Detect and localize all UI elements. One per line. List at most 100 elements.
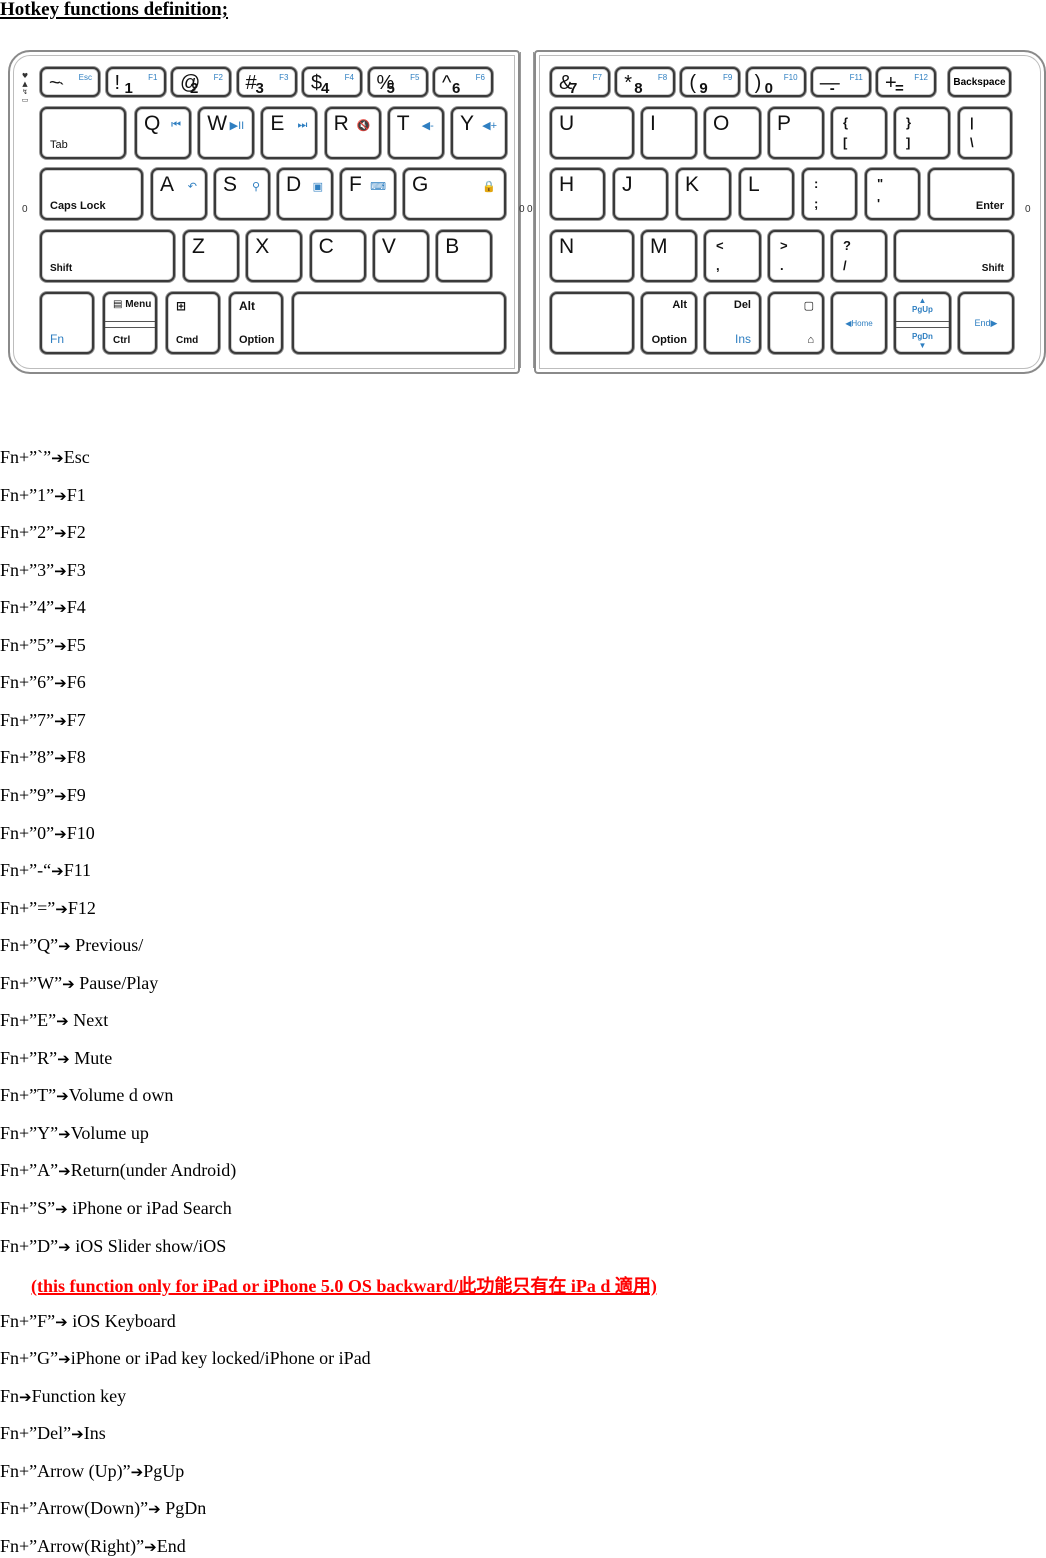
key-f[interactable]: F ⌨ xyxy=(340,168,396,220)
key-alt-option-right[interactable]: Alt Option xyxy=(641,292,697,354)
key-shift-left[interactable]: Shift xyxy=(40,230,175,282)
media-icon: ◀+ xyxy=(482,120,497,132)
key-divider xyxy=(105,321,155,328)
key-8[interactable]: * 8 F8 xyxy=(615,67,676,97)
key-letter: S xyxy=(223,173,238,196)
key-alt-option-left[interactable]: Alt Option xyxy=(229,292,283,354)
arrow-icon: ➔ xyxy=(148,1500,161,1519)
key-left-arrow[interactable]: ◀Home xyxy=(831,292,887,354)
key-shift-right[interactable]: Shift xyxy=(894,230,1014,282)
key-sym[interactable]: {[ xyxy=(831,107,887,159)
hotkey-combo: Fn+”Arrow(Down)” xyxy=(0,1498,149,1519)
key-5[interactable]: % 5 F5 xyxy=(367,67,428,97)
key-right-arrow[interactable]: End▶ xyxy=(958,292,1014,354)
key-letter: O xyxy=(713,112,730,135)
key-m[interactable]: M xyxy=(641,230,697,282)
key-d[interactable]: D ▣ xyxy=(277,168,333,220)
key-p[interactable]: P xyxy=(768,107,824,159)
hotkey-result: Return(under Android) xyxy=(70,1160,237,1181)
key-y[interactable]: Y ◀+ xyxy=(451,107,507,159)
key-o[interactable]: O xyxy=(704,107,761,159)
key-u[interactable]: U xyxy=(550,107,634,159)
hotkey-result: F3 xyxy=(66,559,86,580)
hotkey-line: Fn+”W”➔ Pause/Play xyxy=(0,972,158,995)
hotkey-line: Fn+”1”➔F1 xyxy=(0,484,86,507)
key-sym[interactable]: | \ xyxy=(958,107,1012,159)
key-c[interactable]: C xyxy=(309,230,366,282)
key-cmd[interactable]: ⊞ Cmd xyxy=(166,292,220,354)
key-7[interactable]: & 7 F7 xyxy=(550,67,610,97)
key-home-button[interactable]: ▢ ⌂ xyxy=(768,292,824,354)
key-r[interactable]: R 🔇 xyxy=(324,107,381,159)
key-shift-symbol: * xyxy=(624,72,632,94)
key-0[interactable]: ) 0 F10 xyxy=(745,67,806,97)
key-sym[interactable]: :; xyxy=(802,168,857,220)
key-caps-lock[interactable]: Caps Lock xyxy=(40,168,143,220)
key-letter: K xyxy=(685,173,700,196)
page-title: Hotkey functions definition; xyxy=(0,0,229,20)
key-j[interactable]: J xyxy=(613,168,668,220)
key-letter: F xyxy=(349,173,362,196)
hotkey-line: Fn+”0”➔F10 xyxy=(0,822,95,845)
key-shift-symbol: ) xyxy=(754,72,762,94)
hotkey-combo: Fn+”Arrow (Up)” xyxy=(0,1460,131,1481)
key-sym[interactable]: }] xyxy=(894,107,950,159)
key-space-left[interactable] xyxy=(292,292,506,354)
hotkey-combo: Fn xyxy=(0,1385,20,1406)
key-z[interactable]: Z xyxy=(183,230,239,282)
key-sym[interactable]: — - F11 xyxy=(810,67,871,97)
hotkey-line: Fn+”7”➔F7 xyxy=(0,709,86,732)
key-tab[interactable]: Tab xyxy=(40,107,126,159)
hotkey-combo: Fn+”1” xyxy=(0,484,55,505)
key-b[interactable]: B xyxy=(436,230,493,282)
key-9[interactable]: (9 F9 xyxy=(680,67,741,97)
arrow-icon: ➔ xyxy=(58,937,71,956)
key-label: Enter xyxy=(975,200,1004,212)
key-h[interactable]: H xyxy=(550,168,605,220)
key-i[interactable]: I xyxy=(641,107,697,159)
key-sym[interactable]: <, xyxy=(704,230,761,282)
key-t[interactable]: T ◀- xyxy=(387,107,444,159)
key-label: Shift xyxy=(981,263,1004,274)
function-icon: ▣ xyxy=(312,181,323,193)
key-2[interactable]: @2 F2 xyxy=(171,67,231,97)
key-menu-ctrl[interactable]: ▤ Menu Ctrl xyxy=(103,292,157,354)
key-shift-symbol: ^ xyxy=(442,72,452,94)
key-e[interactable]: E ⏭ xyxy=(261,107,318,159)
key-k[interactable]: K xyxy=(676,168,731,220)
key-letter: H xyxy=(559,173,575,196)
key-x[interactable]: X xyxy=(246,230,303,282)
key-shift-symbol: { xyxy=(843,115,849,130)
key-letter: A xyxy=(160,173,175,196)
key-sym[interactable]: " ' xyxy=(865,168,920,220)
key-v[interactable]: V xyxy=(372,230,429,282)
key-4[interactable]: $4 F4 xyxy=(302,67,362,97)
key-n[interactable]: N xyxy=(550,230,634,282)
key-fn[interactable]: Fn xyxy=(40,292,94,354)
key-number: 9 xyxy=(699,80,708,97)
hotkey-line: Fn+”3”➔F3 xyxy=(0,559,86,582)
key-letter: P xyxy=(777,112,792,135)
key-6[interactable]: ^ 6 F6 xyxy=(433,67,493,97)
key-s[interactable]: S ⚲ xyxy=(214,168,270,220)
key-del-ins[interactable]: Del Ins xyxy=(704,292,761,354)
key-sym[interactable]: ~ ` Esc xyxy=(40,67,100,97)
key-l[interactable]: L xyxy=(739,168,794,220)
key-1[interactable]: ! 1 F1 xyxy=(105,67,166,97)
key-sym[interactable]: + = F12 xyxy=(876,67,936,97)
key-up-down-arrows[interactable]: ▲ PgUp PgDn ▼ xyxy=(894,292,951,354)
key-q[interactable]: Q ⏮ xyxy=(135,107,191,159)
key-g[interactable]: G 🔒 xyxy=(403,168,506,220)
hotkey-result: End xyxy=(156,1535,186,1556)
key-enter[interactable]: Enter xyxy=(928,168,1014,220)
key-a[interactable]: A ↶ xyxy=(151,168,207,220)
key-fn-label: F12 xyxy=(914,73,928,82)
arrow-icon: ➔ xyxy=(58,1350,71,1369)
key-backspace[interactable]: Backspace xyxy=(948,67,1011,97)
key-shift-symbol: ( xyxy=(689,72,697,94)
key-sym[interactable]: ? / xyxy=(831,230,887,282)
key-sym[interactable]: >. xyxy=(768,230,824,282)
key-w[interactable]: W ▶II xyxy=(198,107,255,159)
key-3[interactable]: #3 F3 xyxy=(236,67,297,97)
key-space-right[interactable] xyxy=(550,292,634,354)
